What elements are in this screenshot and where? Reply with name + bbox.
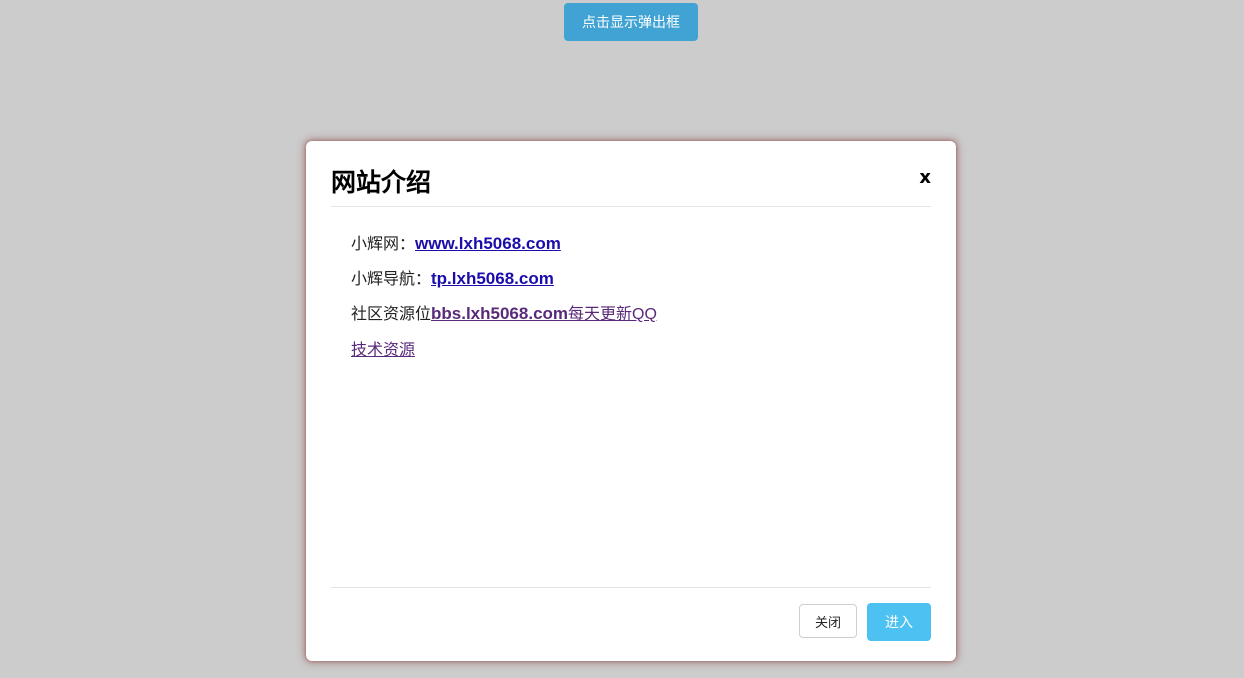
- modal-dialog: 网站介绍 x 小辉网：www.lxh5068.com 小辉导航：tp.lxh50…: [306, 141, 956, 661]
- close-button[interactable]: 关闭: [799, 604, 857, 638]
- community-link[interactable]: bbs.lxh5068.com: [431, 304, 568, 323]
- intro-line-nav: 小辉导航：tp.lxh5068.com: [351, 268, 931, 290]
- intro-line-site: 小辉网：www.lxh5068.com: [351, 233, 931, 255]
- tech-resources-link[interactable]: 技术资源: [351, 342, 415, 359]
- nav-link[interactable]: tp.lxh5068.com: [431, 269, 554, 288]
- modal-title: 网站介绍: [331, 168, 432, 197]
- modal-footer: 关闭 进入: [331, 587, 931, 662]
- enter-button[interactable]: 进入: [867, 603, 931, 641]
- intro-line-community: 社区资源位bbs.lxh5068.com每天更新QQ: [351, 303, 931, 326]
- intro-line-label: 小辉网：: [351, 234, 416, 253]
- intro-line-tech: 技术资源: [351, 339, 931, 362]
- site-link[interactable]: www.lxh5068.com: [415, 234, 561, 253]
- modal-body: 小辉网：www.lxh5068.com 小辉导航：tp.lxh5068.com …: [351, 233, 931, 375]
- show-modal-button[interactable]: 点击显示弹出框: [564, 3, 698, 41]
- close-icon[interactable]: x: [919, 167, 931, 188]
- intro-line-label: 小辉导航：: [351, 269, 432, 288]
- modal-header: 网站介绍 x: [331, 141, 931, 207]
- daily-update-link[interactable]: 每天更新QQ: [568, 306, 657, 323]
- intro-line-label: 社区资源位: [351, 304, 432, 323]
